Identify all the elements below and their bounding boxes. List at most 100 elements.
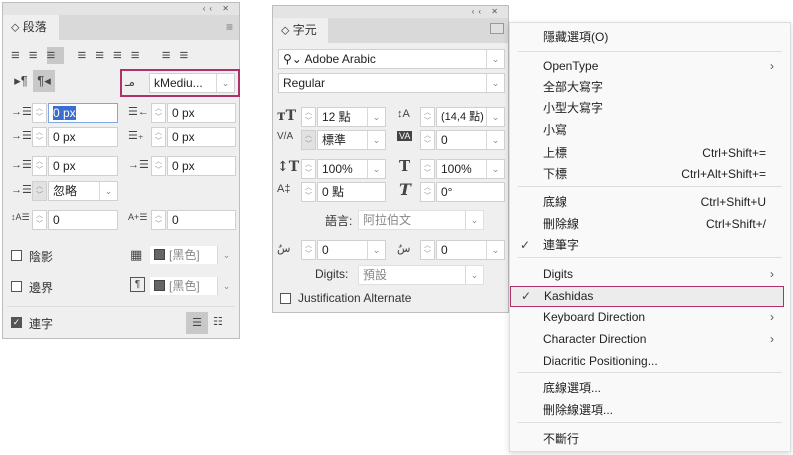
menu-item-label: 全部大寫字: [543, 80, 604, 94]
border-checkbox[interactable]: [11, 281, 22, 292]
font-family-select[interactable]: ⚲⌄ Adobe Arabic ⌄: [278, 49, 505, 69]
justify-center-icon[interactable]: ≡: [95, 47, 113, 64]
color-swatch: [154, 280, 165, 291]
menu-item[interactable]: 下標 Ctrl+Alt+Shift+=: [510, 164, 790, 185]
tracking-select[interactable]: 0 ⌄: [436, 130, 505, 150]
drop-chars-stepper[interactable]: ︿ ﹀: [151, 210, 166, 230]
menu-item[interactable]: 底線 Ctrl+Shift+U: [510, 192, 790, 213]
drop-cap-select[interactable]: 忽略 ⌄: [48, 181, 118, 201]
kerning-select[interactable]: 標準 ⌄: [317, 130, 386, 150]
shading-grid-icon[interactable]: ▦: [130, 247, 142, 263]
drop-cap-stepper[interactable]: ︿ ﹀: [32, 181, 47, 201]
chevron-down-icon: ⌄: [99, 182, 117, 200]
rtl-direction-icon[interactable]: ¶◂: [33, 70, 55, 92]
menu-item[interactable]: 刪除線 Ctrl+Shift+/: [510, 214, 790, 235]
chevron-down-icon: ⌄: [486, 241, 504, 259]
hyphenate-checkbox[interactable]: ✓: [11, 317, 22, 328]
diacritic-y-stepper[interactable]: ︿ ﹀: [420, 240, 435, 260]
font-style-select[interactable]: Regular ⌄: [278, 73, 505, 93]
justification-alternate-checkbox[interactable]: [280, 293, 291, 304]
baseline-input[interactable]: 0 點: [317, 182, 386, 202]
panel-menu-button[interactable]: [490, 23, 504, 34]
menu-item[interactable]: Digits ›: [510, 264, 790, 285]
hyphenate-label: 連字: [29, 317, 54, 331]
menu-item[interactable]: Kashidas ✓: [510, 286, 784, 307]
menu-item[interactable]: 不斷行: [510, 429, 790, 450]
space-after-input[interactable]: 0 px: [167, 156, 236, 176]
last-line-input[interactable]: 0 px: [167, 127, 236, 147]
menu-item[interactable]: 上標 Ctrl+Shift+=: [510, 143, 790, 164]
skew-input[interactable]: 0°: [436, 182, 505, 202]
align-center-icon[interactable]: ≡: [29, 47, 47, 64]
leading-select[interactable]: (14,4 點) ⌄: [436, 107, 505, 127]
menu-item[interactable]: 刪除線選項...: [510, 400, 790, 421]
panel-controls[interactable]: ‹‹ ✕: [3, 3, 239, 15]
align-spine-icon[interactable]: ≡: [162, 47, 180, 64]
shading-checkbox[interactable]: [11, 250, 22, 261]
right-indent-input[interactable]: 0 px: [167, 103, 236, 123]
font-size-select[interactable]: 12 點 ⌄: [317, 107, 386, 127]
menu-item[interactable]: Keyboard Direction ›: [510, 307, 790, 328]
chevron-down-icon: ⌄: [465, 211, 483, 229]
menu-item[interactable]: Diacritic Positioning...: [510, 351, 790, 372]
tracking-stepper[interactable]: ︿ ﹀: [420, 130, 435, 150]
shading-color-select[interactable]: [黑色] ⌄: [149, 245, 236, 265]
left-indent-input[interactable]: 0 px: [48, 103, 118, 123]
menu-item[interactable]: Character Direction ›: [510, 329, 790, 350]
drop-lines-input[interactable]: 0: [48, 210, 118, 230]
justify-all-icon[interactable]: ≡: [131, 47, 149, 64]
menu-item[interactable]: 隱藏選項(O): [510, 27, 790, 48]
menu-item-label: 下標: [543, 167, 568, 181]
menu-item[interactable]: 底線選項...: [510, 378, 790, 399]
align-left-icon[interactable]: ≡: [11, 47, 29, 64]
diacritic-x-stepper[interactable]: ︿ ﹀: [301, 240, 316, 260]
border-color-select[interactable]: [黑色] ⌄: [149, 276, 236, 296]
align-away-icon[interactable]: ≡: [179, 47, 197, 64]
vertical-scale-select[interactable]: 100% ⌄: [317, 159, 386, 179]
menu-item[interactable]: 連筆字 ✓: [510, 235, 790, 256]
horizontal-scale-stepper[interactable]: ︿ ﹀: [420, 159, 435, 179]
justify-right-icon[interactable]: ≡: [113, 47, 131, 64]
font-size-stepper[interactable]: ︿ ﹀: [301, 107, 316, 127]
space-before-input[interactable]: 0 px: [48, 156, 118, 176]
composer-select[interactable]: kMediu... ⌄: [149, 73, 235, 93]
last-line-stepper[interactable]: ︿ ﹀: [151, 127, 166, 147]
panel-controls[interactable]: ‹‹ ✕: [273, 6, 508, 18]
first-line-input[interactable]: 0 px: [48, 127, 118, 147]
leading-stepper[interactable]: ︿ ﹀: [420, 107, 435, 127]
left-indent-stepper[interactable]: ︿ ﹀: [32, 103, 47, 123]
panel-menu-icon[interactable]: ≡: [226, 20, 233, 34]
menu-item-label: 底線選項...: [543, 381, 602, 395]
vertical-scale-stepper[interactable]: ︿ ﹀: [301, 159, 316, 179]
space-after-stepper[interactable]: ︿ ﹀: [151, 156, 166, 176]
diacritic-y-select[interactable]: 0 ⌄: [436, 240, 505, 260]
menu-item[interactable]: OpenType ›: [510, 56, 790, 77]
right-indent-stepper[interactable]: ︿ ﹀: [151, 103, 166, 123]
space-before-stepper[interactable]: ︿ ﹀: [32, 156, 47, 176]
digits-select[interactable]: 預設 ⌄: [358, 265, 484, 285]
menu-item[interactable]: 小寫: [510, 120, 790, 141]
horizontal-scale-select[interactable]: 100% ⌄: [436, 159, 505, 179]
drop-chars-input[interactable]: 0: [167, 210, 236, 230]
justification-alternate-label: Justification Alternate: [298, 291, 412, 305]
kerning-value: 標準: [322, 133, 347, 147]
baseline-stepper[interactable]: ︿ ﹀: [301, 182, 316, 202]
tab-character[interactable]: ⬦ 字元: [273, 18, 328, 43]
single-line-composer-icon[interactable]: ☰: [186, 312, 208, 334]
diacritic-x-select[interactable]: 0 ⌄: [317, 240, 386, 260]
justify-icon[interactable]: ≡: [77, 47, 95, 64]
menu-item[interactable]: 小型大寫字: [510, 98, 790, 119]
border-pilcrow-icon[interactable]: ¶: [130, 277, 145, 292]
skew-stepper[interactable]: ︿ ﹀: [420, 182, 435, 202]
paragraph-composer-icon[interactable]: ☷: [213, 315, 223, 328]
language-select[interactable]: 阿拉伯文 ⌄: [358, 210, 484, 230]
ltr-direction-icon[interactable]: ▸¶: [11, 73, 31, 89]
chevron-down-icon: ⌄: [486, 131, 504, 149]
menu-item[interactable]: 全部大寫字: [510, 77, 790, 98]
language-value: 阿拉伯文: [363, 213, 412, 227]
drop-lines-stepper[interactable]: ︿ ﹀: [32, 210, 47, 230]
first-line-stepper[interactable]: ︿ ﹀: [32, 127, 47, 147]
tab-paragraph[interactable]: ⬦ 段落: [3, 15, 59, 40]
kerning-stepper[interactable]: ︿ ﹀: [301, 130, 316, 150]
align-right-icon[interactable]: ≡: [46, 47, 65, 64]
